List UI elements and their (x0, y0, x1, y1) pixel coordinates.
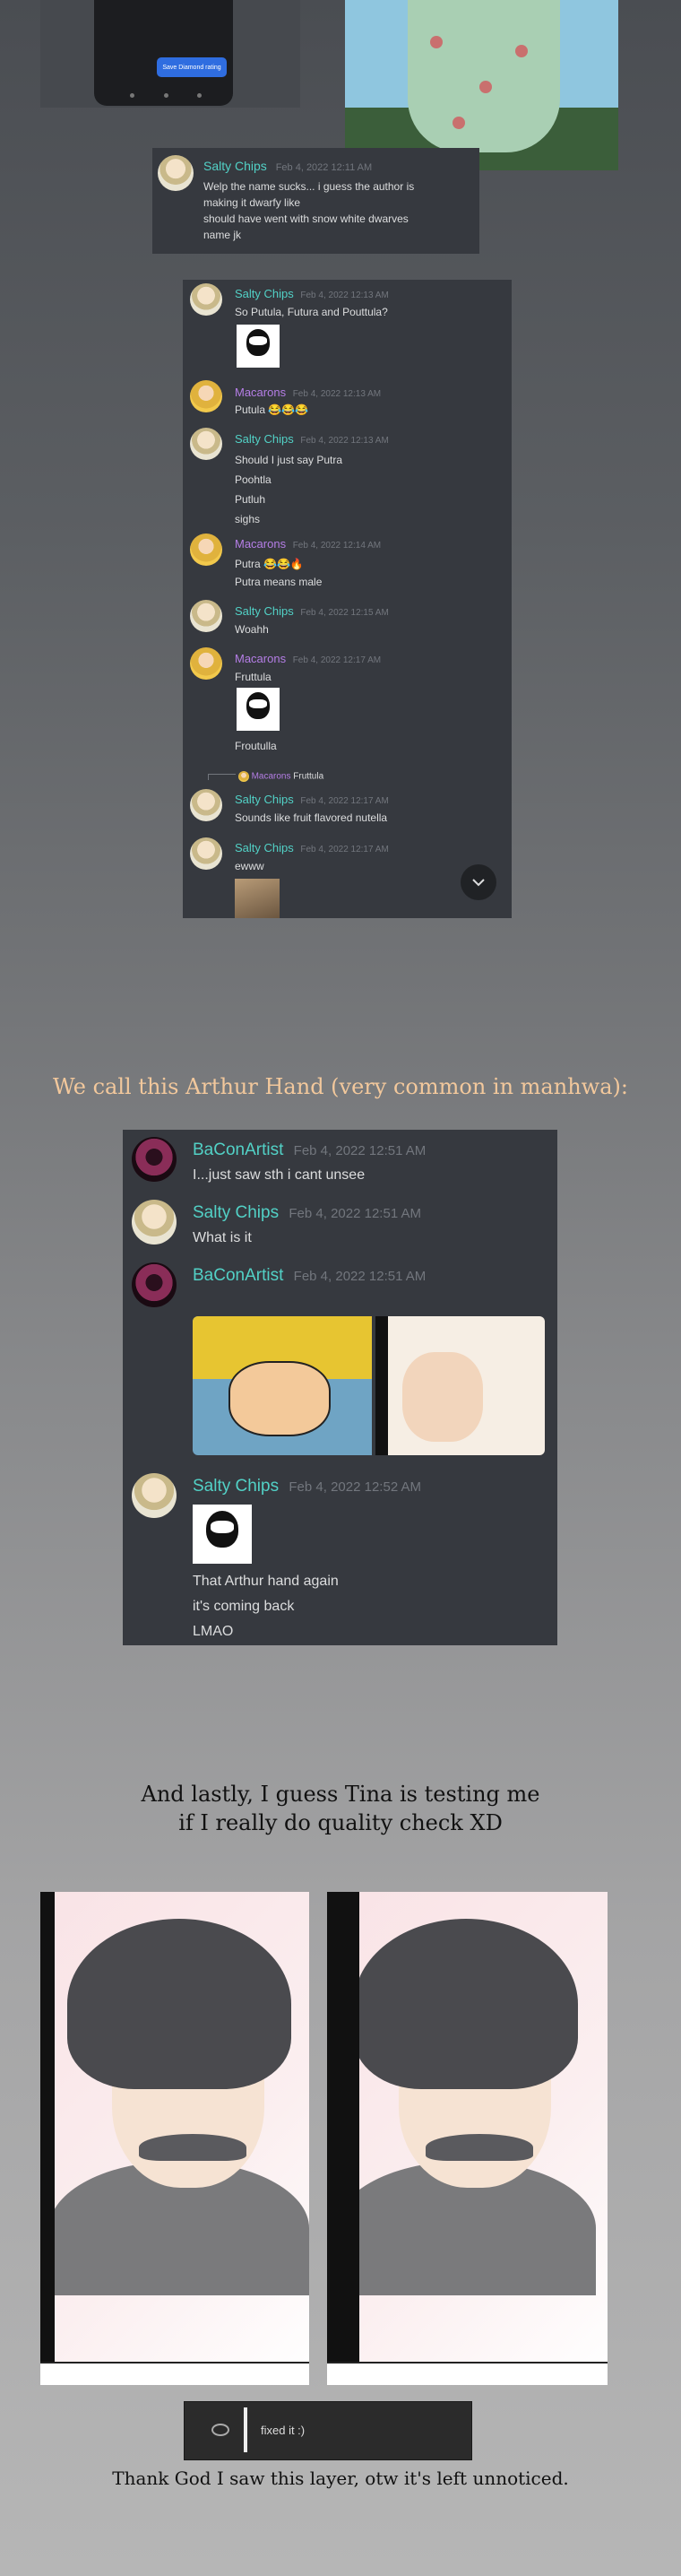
section-title: We call this Arthur Hand (very common in… (53, 1074, 628, 1099)
message-text: That Arthur hand again it's coming back … (193, 1574, 339, 1639)
manhwa-hand-image (375, 1316, 545, 1455)
message-text: Should I just say Putra Poohtla Putluh s… (235, 454, 343, 525)
message-text: Sounds like fruit flavored nutella (235, 811, 388, 824)
username[interactable]: Salty Chips (203, 159, 267, 173)
layer-thumbnail (244, 2407, 247, 2452)
username[interactable]: Macarons (235, 386, 286, 399)
arthur-image (193, 1316, 372, 1455)
sticker-image (237, 325, 280, 368)
timestamp: Feb 4, 2022 12:51 AM (293, 1269, 427, 1284)
layer-panel-row[interactable]: fixed it :) (184, 2401, 472, 2460)
timestamp: Feb 4, 2022 12:17 AM (292, 655, 382, 665)
username[interactable]: Salty Chips (235, 432, 294, 446)
message-text: Welp the name sucks... i guess the autho… (203, 180, 415, 241)
avatar[interactable] (132, 1262, 177, 1307)
message-text: What is it (193, 1230, 252, 1245)
username[interactable]: BaConArtist (193, 1141, 283, 1159)
message-text: Fruttula (235, 671, 272, 683)
message-text: Putra 😂😂🔥 Putra means male (235, 558, 323, 588)
avatar[interactable] (190, 380, 222, 412)
comparison-image-after (327, 1892, 608, 2385)
timestamp: Feb 4, 2022 12:14 AM (292, 541, 382, 551)
timestamp: Feb 4, 2022 12:13 AM (300, 436, 389, 446)
chat-snippet: Salty Chips Feb 4, 2022 12:11 AM Welp th… (152, 148, 479, 254)
scroll-to-bottom-button[interactable] (461, 864, 496, 900)
username[interactable]: Macarons (235, 652, 286, 665)
avatar[interactable] (190, 837, 222, 870)
timestamp: Feb 4, 2022 12:51 AM (289, 1206, 421, 1221)
timestamp: Feb 4, 2022 12:15 AM (300, 608, 389, 618)
avatar[interactable] (132, 1137, 177, 1182)
avatar[interactable] (190, 789, 222, 821)
avatar[interactable] (190, 533, 222, 566)
avatar[interactable] (158, 155, 194, 191)
avatar[interactable] (132, 1200, 177, 1245)
username[interactable]: Salty Chips (193, 1203, 279, 1222)
username[interactable]: Salty Chips (235, 793, 294, 806)
reply-username: Macarons (251, 771, 291, 782)
dog-image (235, 879, 280, 918)
avatar[interactable] (190, 428, 222, 460)
eye-icon[interactable] (211, 2424, 229, 2436)
avatar[interactable] (190, 600, 222, 632)
reply-reference[interactable]: Macarons Fruttula (208, 771, 323, 782)
sticker-image (237, 688, 280, 731)
username[interactable]: Salty Chips (193, 1477, 279, 1496)
caption: Thank God I saw this layer, otw it's lef… (112, 2468, 569, 2489)
timestamp: Feb 4, 2022 12:17 AM (300, 796, 389, 806)
timestamp: Feb 4, 2022 12:51 AM (293, 1143, 427, 1158)
phone-nav-bar (130, 93, 202, 98)
layer-name: fixed it :) (261, 2424, 306, 2437)
sticker-image (193, 1505, 252, 1564)
cartoon-image (345, 0, 618, 170)
chevron-down-icon (472, 879, 485, 887)
timestamp: Feb 4, 2022 12:13 AM (292, 389, 382, 399)
phone-save-button[interactable]: Save Diamond rating (157, 57, 227, 77)
chat-panel: Salty Chips Feb 4, 2022 12:13 AM So Putu… (183, 280, 512, 918)
section-heading: And lastly, I guess Tina is testing me i… (141, 1782, 540, 1835)
avatar (237, 771, 249, 782)
avatar[interactable] (132, 1473, 177, 1518)
timestamp: Feb 4, 2022 12:17 AM (300, 845, 389, 854)
timestamp: Feb 4, 2022 12:11 AM (275, 162, 373, 173)
message-text: ewww (235, 860, 264, 872)
username[interactable]: Macarons (235, 537, 286, 551)
username[interactable]: Salty Chips (235, 287, 294, 300)
phone-screenshot: Save Diamond rating (94, 0, 233, 106)
timestamp: Feb 4, 2022 12:13 AM (300, 291, 389, 300)
message-text: Woahh (235, 623, 269, 636)
message-text: So Putula, Futura and Pouttula? (235, 306, 388, 318)
username[interactable]: BaConArtist (193, 1266, 283, 1285)
message-text: I...just saw sth i cant unsee (193, 1167, 366, 1183)
comparison-image-before (40, 1892, 309, 2385)
avatar[interactable] (190, 647, 222, 680)
username[interactable]: Salty Chips (235, 841, 294, 854)
username[interactable]: Salty Chips (235, 604, 294, 618)
chat-panel: BaConArtist Feb 4, 2022 12:51 AM I...jus… (123, 1130, 557, 1645)
reply-text: Fruttula (293, 771, 324, 782)
message-text: Froutulla (235, 740, 277, 752)
timestamp: Feb 4, 2022 12:52 AM (289, 1479, 421, 1495)
avatar[interactable] (190, 283, 222, 316)
message-text: Putula 😂😂😂 (235, 403, 309, 416)
